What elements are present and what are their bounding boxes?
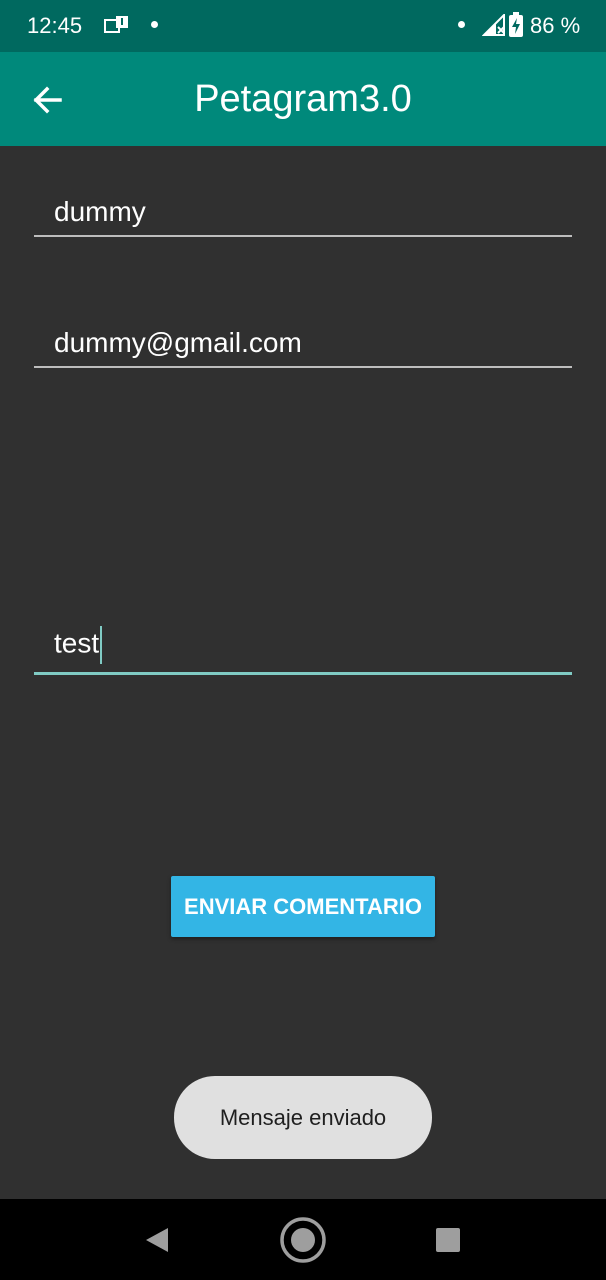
email-field[interactable]: dummy@gmail.com — [34, 320, 572, 368]
comment-field-underline — [34, 672, 572, 675]
app-bar: Petagram3.0 — [0, 52, 606, 146]
name-field-underline — [34, 235, 572, 237]
battery-percent: 86 % — [530, 13, 581, 38]
name-field[interactable]: dummy — [34, 190, 572, 237]
dot-icon — [151, 21, 158, 28]
text-cursor — [100, 626, 103, 664]
name-field-value: dummy — [54, 196, 146, 227]
recents-square-icon[interactable] — [422, 1214, 474, 1266]
comment-field[interactable]: test — [34, 622, 572, 675]
battery-charging-icon — [509, 12, 523, 37]
page-title: Petagram3.0 — [194, 78, 412, 120]
navigation-bar — [0, 1199, 606, 1280]
dot-icon — [458, 21, 465, 28]
home-circle-icon[interactable] — [277, 1214, 329, 1266]
comment-field-value: test — [54, 627, 100, 659]
status-time: 12:45 — [27, 13, 83, 38]
email-field-underline — [34, 366, 572, 368]
notification-icon — [104, 16, 128, 33]
signal-icon — [482, 14, 505, 36]
back-triangle-icon[interactable] — [130, 1214, 182, 1266]
send-comment-button[interactable]: ENVIAR COMENTARIO — [171, 876, 435, 937]
email-field-value: dummy@gmail.com — [54, 327, 302, 358]
status-bar: 12:45 86 % — [0, 0, 606, 52]
toast-message: Mensaje enviado — [174, 1076, 432, 1159]
